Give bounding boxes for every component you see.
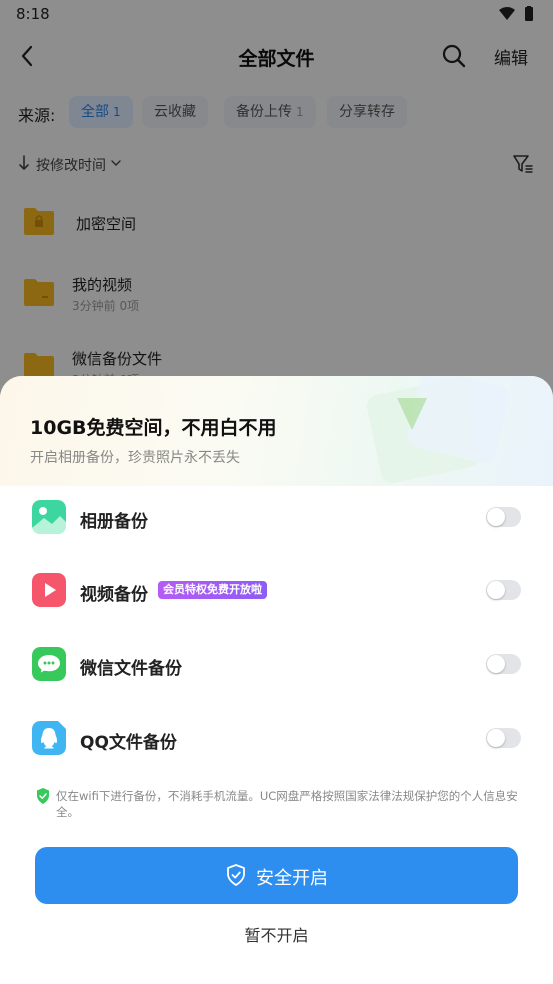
option-label: 微信文件备份: [80, 659, 182, 679]
toggle-knob: [487, 655, 505, 673]
toggle-knob: [487, 729, 505, 747]
toggle-knob: [487, 581, 505, 599]
shield-check-icon: [37, 788, 49, 804]
toggle-knob: [487, 508, 505, 526]
decorative-cards-illustration: [366, 376, 509, 484]
photo-backup-toggle[interactable]: [486, 507, 521, 527]
qq-backup-toggle[interactable]: [486, 728, 521, 748]
member-promo-badge: 会员特权免费开放啦: [158, 581, 267, 599]
wechat-backup-toggle[interactable]: [486, 654, 521, 674]
sheet-title: 10GB免费空间，不用白不用: [30, 417, 277, 439]
sheet-subtitle: 开启相册备份，珍贵照片永不丢失: [30, 450, 240, 466]
option-video-backup[interactable]: 视频备份 会员特权免费开放啦: [0, 565, 553, 617]
shield-check-icon: [227, 864, 245, 886]
option-qq-backup[interactable]: QQ文件备份: [0, 713, 553, 765]
option-label: 视频备份: [80, 585, 148, 605]
video-backup-toggle[interactable]: [486, 580, 521, 600]
option-label: 相册备份: [80, 512, 148, 532]
enable-backup-button[interactable]: 安全开启: [35, 847, 518, 904]
video-play-icon: [32, 573, 66, 607]
photo-album-icon: [32, 500, 66, 534]
option-label: QQ文件备份: [80, 733, 177, 753]
option-wechat-backup[interactable]: 微信文件备份: [0, 639, 553, 691]
wechat-icon: [32, 647, 66, 681]
qq-penguin-icon: [32, 721, 66, 755]
button-label: 安全开启: [256, 868, 328, 889]
not-now-button[interactable]: 暂不开启: [0, 922, 553, 946]
backup-bottom-sheet: 10GB免费空间，不用白不用 开启相册备份，珍贵照片永不丢失 相册备份 视频备份…: [0, 376, 553, 984]
privacy-text: 仅在wifi下进行备份，不消耗手机流量。UC网盘严格按照国家法律法规保护您的个人…: [56, 789, 518, 819]
option-photo-backup[interactable]: 相册备份: [0, 492, 553, 544]
